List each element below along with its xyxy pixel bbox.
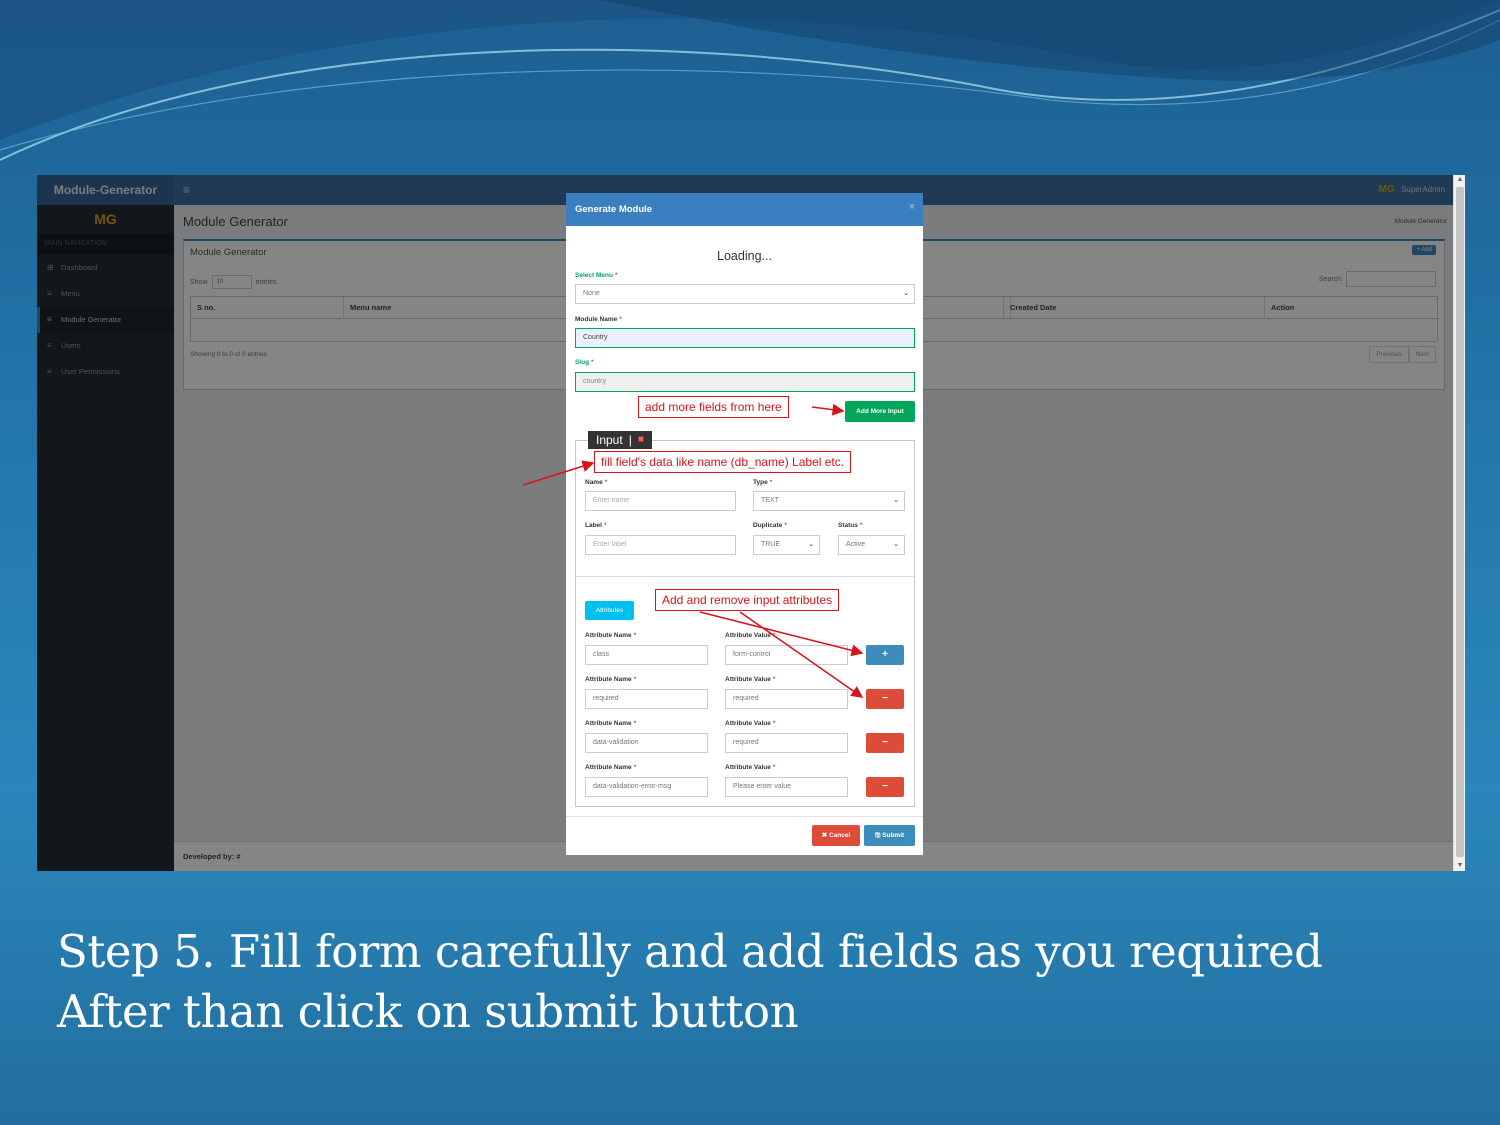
remove-attribute-button[interactable]: − [866, 777, 904, 797]
attribute-name-input[interactable]: class [585, 645, 708, 665]
attribute-name-label: Attribute Name * [585, 632, 637, 639]
remove-attribute-button[interactable]: − [866, 733, 904, 753]
add-attribute-button[interactable]: + [866, 645, 904, 665]
callout-attributes: Add and remove input attributes [655, 589, 840, 611]
select-menu-label: Select Menu * [575, 272, 618, 279]
attribute-name-label: Attribute Name * [585, 764, 637, 771]
name-input[interactable]: Enter name [585, 491, 736, 511]
type-value: TEXT [761, 497, 779, 504]
scrollbar-thumb[interactable] [1456, 187, 1464, 857]
submit-button[interactable]: 🖫 Submit [864, 825, 915, 846]
chevron-down-icon: ⌄ [903, 290, 909, 297]
status-select[interactable]: Active ⌄ [838, 535, 905, 555]
attribute-value-label: Attribute Value * [725, 720, 776, 727]
input-tag-label: Input [596, 433, 623, 447]
add-more-input-button[interactable]: Add More Input [845, 401, 915, 422]
chevron-down-icon: ⌄ [808, 541, 814, 548]
trash-icon[interactable]: ■ [638, 433, 644, 447]
module-name-label: Module Name * [575, 316, 622, 323]
attribute-value-input[interactable]: required [725, 689, 848, 709]
attribute-name-label: Attribute Name * [585, 676, 637, 683]
attribute-name-input[interactable]: data-validation [585, 733, 708, 753]
attribute-value-label: Attribute Value * [725, 764, 776, 771]
slug-label: Slug * [575, 359, 594, 366]
attribute-value-label: Attribute Value * [725, 632, 776, 639]
input-tag-separator: | [628, 433, 632, 447]
chevron-down-icon: ⌄ [893, 541, 899, 548]
decorative-wave [0, 0, 1500, 161]
duplicate-select[interactable]: TRUE ⌄ [753, 535, 820, 555]
attribute-value-input[interactable]: form-control [725, 645, 848, 665]
scroll-down-icon[interactable]: ▼ [1454, 861, 1465, 871]
status-value: Active [846, 541, 866, 548]
input-tag: Input | ■ [588, 431, 652, 449]
module-name-input[interactable]: Country [575, 328, 915, 348]
callout-fill-data: fill field's data like name (db_name) La… [594, 451, 852, 473]
duplicate-label: Duplicate * [753, 522, 787, 529]
name-label: Name * [585, 479, 608, 486]
slide-caption: Step 5. Fill form carefully and add fiel… [57, 922, 1323, 1042]
label-label: Label * [585, 522, 607, 529]
duplicate-value: TRUE [761, 541, 781, 548]
caption-line-1: Step 5. Fill form carefully and add fiel… [57, 925, 1323, 978]
label-input[interactable]: Enter label [585, 535, 736, 555]
select-menu-dropdown[interactable]: None ⌄ [575, 284, 915, 304]
modal-header: Generate Module [566, 193, 923, 226]
modal-title: Generate Module [575, 204, 653, 215]
attribute-value-input[interactable]: Please enter value [725, 777, 848, 797]
attribute-name-label: Attribute Name * [585, 720, 637, 727]
slug-input[interactable]: country [575, 372, 915, 392]
loading-text: Loading... [717, 249, 772, 263]
attribute-name-input[interactable]: data-validation-error-msg [585, 777, 708, 797]
scroll-up-icon[interactable]: ▲ [1454, 175, 1465, 185]
cancel-button[interactable]: ✖ Cancel [812, 825, 860, 846]
remove-attribute-button[interactable]: − [866, 689, 904, 709]
type-select[interactable]: TEXT ⌄ [753, 491, 905, 511]
attribute-value-label: Attribute Value * [725, 676, 776, 683]
attribute-value-input[interactable]: required [725, 733, 848, 753]
modal-footer-divider [566, 816, 923, 817]
caption-line-2: After than click on submit button [57, 985, 799, 1038]
page-scrollbar[interactable]: ▲ ▼ [1453, 175, 1465, 871]
select-menu-value: None [583, 290, 600, 297]
status-label: Status * [838, 522, 863, 529]
callout-add-more: add more fields from here [638, 396, 789, 418]
attributes-button[interactable]: Attributes [585, 601, 634, 620]
panel-divider [576, 576, 914, 577]
attribute-name-input[interactable]: required [585, 689, 708, 709]
type-label: Type * [753, 479, 773, 486]
chevron-down-icon: ⌄ [893, 497, 899, 504]
generate-module-modal: Generate Module × Loading... Select Menu… [566, 193, 923, 855]
close-icon[interactable]: × [909, 201, 915, 213]
